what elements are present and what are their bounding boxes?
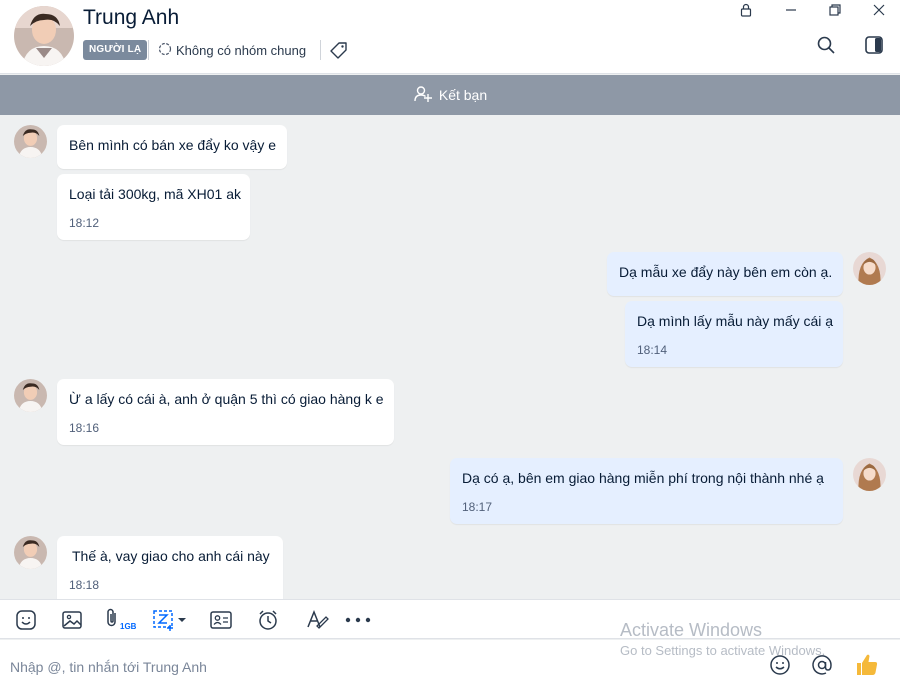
search-icon[interactable] bbox=[813, 32, 839, 58]
message-bubble[interactable]: Thế à, vay giao cho anh cái này 18:18 bbox=[57, 536, 283, 599]
like-icon[interactable] bbox=[853, 651, 881, 679]
sender-avatar[interactable] bbox=[14, 379, 47, 412]
format-text-icon[interactable] bbox=[304, 606, 332, 634]
sticker-icon[interactable] bbox=[12, 606, 40, 634]
add-friend-label: Kết bạn bbox=[438, 87, 488, 103]
sender-avatar[interactable] bbox=[14, 536, 47, 569]
chat-header: Trung Anh NGƯỜI LẠ Không có nhóm chung bbox=[0, 0, 900, 74]
close-icon[interactable] bbox=[864, 0, 894, 20]
sidebar-toggle-icon[interactable] bbox=[861, 32, 887, 58]
stranger-badge: NGƯỜI LẠ bbox=[83, 40, 148, 60]
contact-name[interactable]: Trung Anh bbox=[83, 6, 179, 30]
emoji-icon[interactable] bbox=[766, 651, 794, 679]
message-text: Dạ mình lấy mẫu này mấy cái ạ bbox=[637, 313, 834, 329]
header-divider bbox=[148, 40, 149, 60]
message-text: Dạ mẫu xe đẩy này bên em còn ạ. bbox=[619, 264, 833, 280]
message-bubble[interactable]: Dạ có ạ, bên em giao hàng miễn phí trong… bbox=[450, 458, 843, 524]
image-icon[interactable] bbox=[58, 606, 86, 634]
message-bubble[interactable]: Dạ mình lấy mẫu này mấy cái ạ 18:14 bbox=[625, 301, 843, 367]
minimize-icon[interactable] bbox=[776, 0, 806, 20]
message-text: Ừ a lấy có cái à, anh ở quận 5 thì có gi… bbox=[69, 391, 384, 407]
attachment-button[interactable]: 1GB bbox=[104, 606, 140, 634]
message-time: 18:18 bbox=[69, 578, 100, 592]
message-input[interactable] bbox=[10, 654, 590, 680]
sender-avatar[interactable] bbox=[14, 125, 47, 158]
message-list[interactable]: Bên mình có bán xe đẩy ko vậy e Loại tải… bbox=[0, 115, 900, 599]
contact-card-icon[interactable] bbox=[207, 606, 235, 634]
restore-icon[interactable] bbox=[820, 0, 850, 20]
common-groups-label: Không có nhóm chung bbox=[176, 42, 307, 58]
message-text: Bên mình có bán xe đẩy ko vậy e bbox=[69, 137, 277, 153]
add-friend-icon bbox=[413, 84, 433, 107]
my-avatar[interactable] bbox=[853, 458, 886, 491]
message-text: Dạ có ạ, bên em giao hàng miễn phí trong… bbox=[462, 470, 824, 486]
attachment-size-label: 1GB bbox=[120, 621, 137, 631]
message-time: 18:12 bbox=[69, 216, 100, 230]
reminder-icon[interactable] bbox=[254, 606, 282, 634]
add-friend-button[interactable]: Kết bạn bbox=[0, 75, 900, 115]
message-bubble[interactable]: Bên mình có bán xe đẩy ko vậy e bbox=[57, 125, 287, 169]
group-icon bbox=[158, 42, 172, 59]
composer-toolbar: 1GB bbox=[0, 599, 900, 639]
my-avatar[interactable] bbox=[853, 252, 886, 285]
message-time: 18:16 bbox=[69, 421, 100, 435]
message-text: Loại tải 300kg, mã XH01 ak bbox=[69, 186, 241, 202]
lock-icon[interactable] bbox=[731, 0, 761, 20]
tag-icon[interactable] bbox=[329, 40, 349, 60]
screenshot-icon[interactable] bbox=[152, 606, 190, 634]
common-groups[interactable]: Không có nhóm chung bbox=[158, 40, 306, 60]
message-bubble[interactable]: Loại tải 300kg, mã XH01 ak 18:12 bbox=[57, 174, 250, 240]
message-text: Thế à, vay giao cho anh cái này bbox=[72, 548, 270, 564]
more-icon[interactable] bbox=[343, 606, 373, 634]
contact-avatar[interactable] bbox=[14, 6, 74, 66]
message-bubble[interactable]: Dạ mẫu xe đẩy này bên em còn ạ. bbox=[607, 252, 843, 296]
message-bubble[interactable]: Ừ a lấy có cái à, anh ở quận 5 thì có gi… bbox=[57, 379, 394, 445]
message-time: 18:17 bbox=[462, 500, 493, 514]
header-divider bbox=[320, 40, 321, 60]
message-time: 18:14 bbox=[637, 343, 668, 357]
mention-icon[interactable] bbox=[808, 651, 836, 679]
composer bbox=[0, 640, 900, 692]
attachment-icon bbox=[104, 607, 120, 634]
